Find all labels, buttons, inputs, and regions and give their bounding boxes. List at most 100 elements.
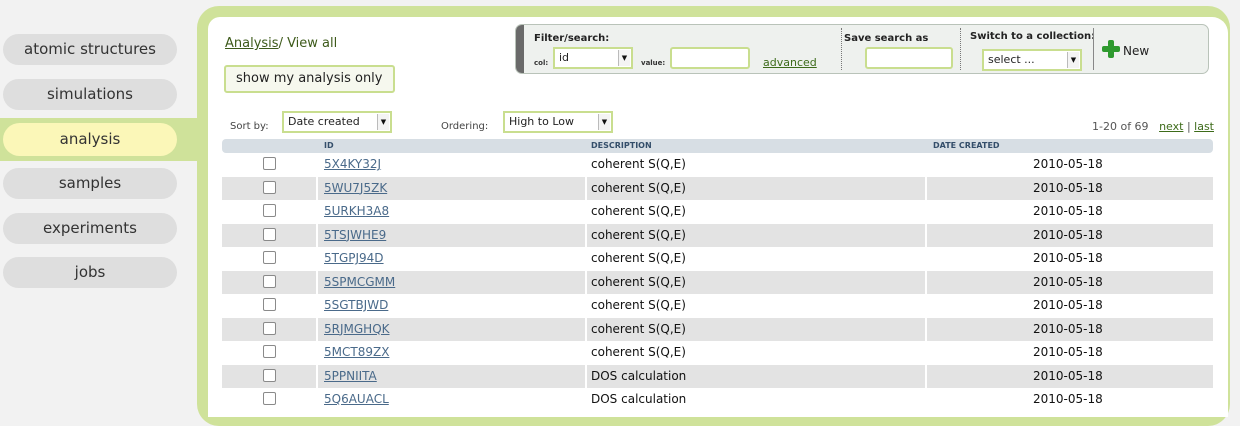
nav-item-analysis[interactable]: analysis [3,123,177,156]
sort-by-select[interactable]: Date created ▼ [282,111,392,133]
row-description: DOS calculation [591,368,687,383]
column-divider [585,341,587,365]
left-nav: atomic structures simulations analysis s… [0,0,205,404]
analysis-table: ID DESCRIPTION DATE CREATED 5X4KY32J cohe… [222,139,1213,412]
toolbar-divider [960,28,961,70]
row-id-link[interactable]: 5SPMCGMM [324,275,395,289]
table-body: 5X4KY32J coherent S(Q,E) 2010-05-18 5WU7J5Z… [222,153,1213,412]
table-row: 5URKH3A8 coherent S(Q,E) 2010-05-18 [222,200,1213,224]
column-divider [316,176,318,200]
breadcrumb-analysis-link[interactable]: Analysis [225,36,279,51]
table-row: 5TGPJ94D coherent S(Q,E) 2010-05-18 [222,247,1213,271]
column-divider [585,388,587,412]
column-divider [316,270,318,294]
column-divider [925,200,927,224]
table-row: 5SGTBJWD coherent S(Q,E) 2010-05-18 [222,294,1213,318]
nav-item-simulations[interactable]: simulations [3,79,177,110]
table-row: 5TSJWHE9 coherent S(Q,E) 2010-05-18 [222,223,1213,247]
column-divider [316,223,318,247]
column-divider [925,223,927,247]
column-divider [925,364,927,388]
column-divider [316,317,318,341]
row-id-link[interactable]: 5WU7J5ZK [324,181,387,195]
row-checkbox[interactable] [263,392,276,405]
pager-separator: | [1186,120,1191,133]
filter-value-input[interactable] [670,47,750,69]
collection-select-value: select ... [988,53,1035,66]
chevron-down-icon: ▼ [377,114,389,130]
nav-item-experiments[interactable]: experiments [3,213,177,244]
column-divider [316,388,318,412]
row-checkbox[interactable] [263,274,276,288]
row-description: coherent S(Q,E) [591,157,686,171]
row-id-link[interactable]: 5TGPJ94D [324,251,384,265]
row-id-link[interactable]: 5X4KY32J [324,157,381,171]
row-checkbox[interactable] [263,180,276,194]
nav-item-samples[interactable]: samples [3,168,177,199]
advanced-search-link[interactable]: advanced [763,56,817,69]
chevron-down-icon: ▼ [618,50,630,66]
breadcrumb: Analysis/ View all [225,36,337,51]
ordering-value: High to Low [509,115,574,128]
row-date: 2010-05-18 [1033,204,1103,218]
column-divider [585,317,587,341]
sort-by-label: Sort by: [230,121,269,132]
toolbar-divider [1093,28,1094,70]
row-checkbox[interactable] [263,251,276,264]
ordering-select[interactable]: High to Low ▼ [503,111,613,133]
row-checkbox[interactable] [263,345,276,358]
row-date: 2010-05-18 [1033,274,1103,289]
pager: 1-20 of 69 next | last [1092,120,1214,133]
nav-item-jobs[interactable]: jobs [3,257,177,288]
new-button-label: New [1123,44,1150,58]
row-checkbox[interactable] [263,321,276,335]
row-id-link[interactable]: 5MCT89ZX [324,345,389,359]
row-id-link[interactable]: 5SGTBJWD [324,298,388,312]
table-row: 5SPMCGMM coherent S(Q,E) 2010-05-18 [222,270,1213,294]
column-divider [925,294,927,318]
row-id-link[interactable]: 5PPNIITA [324,369,377,383]
row-id-link[interactable]: 5TSJWHE9 [324,228,386,242]
sort-by-value: Date created [288,115,360,128]
nav-item-atomic-structures[interactable]: atomic structures [3,34,177,65]
filter-col-select[interactable]: id ▼ [553,47,633,69]
column-header-date[interactable]: DATE CREATED [933,141,1000,150]
row-date: 2010-05-18 [1033,345,1103,359]
column-divider [925,317,927,341]
row-description: coherent S(Q,E) [591,204,686,218]
filter-col-label: col: [534,59,549,67]
column-divider [925,388,927,412]
row-checkbox[interactable] [263,204,276,217]
row-date: 2010-05-18 [1033,298,1103,312]
column-header-description[interactable]: DESCRIPTION [591,141,652,150]
row-description: coherent S(Q,E) [591,298,686,312]
column-divider [585,176,587,200]
column-header-id[interactable]: ID [324,141,334,150]
row-checkbox[interactable] [263,368,276,382]
save-search-input[interactable] [865,47,953,69]
pager-last-link[interactable]: last [1194,120,1214,133]
row-checkbox[interactable] [263,227,276,241]
row-id-link[interactable]: 5URKH3A8 [324,204,389,218]
row-date: 2010-05-18 [1033,368,1103,383]
toolbar-handle [516,25,524,73]
show-my-analysis-button[interactable]: show my analysis only [224,65,395,93]
column-divider [585,223,587,247]
column-divider [585,153,587,177]
row-id-link[interactable]: 5RJMGHQK [324,322,390,336]
table-row: 5RJMGHQK coherent S(Q,E) 2010-05-18 [222,317,1213,341]
row-description: coherent S(Q,E) [591,251,686,265]
row-checkbox[interactable] [263,157,276,170]
table-header: ID DESCRIPTION DATE CREATED [222,139,1213,153]
column-divider [925,176,927,200]
column-divider [585,294,587,318]
filter-col-value: id [559,51,570,64]
toolbar-divider [841,28,842,70]
column-divider [585,364,587,388]
filter-value-label: value: [641,59,666,67]
collection-select[interactable]: select ... ▼ [982,49,1082,71]
row-checkbox[interactable] [263,298,276,311]
save-search-title: Save search as [844,33,929,44]
row-date: 2010-05-18 [1033,180,1103,195]
pager-next-link[interactable]: next [1159,120,1183,133]
